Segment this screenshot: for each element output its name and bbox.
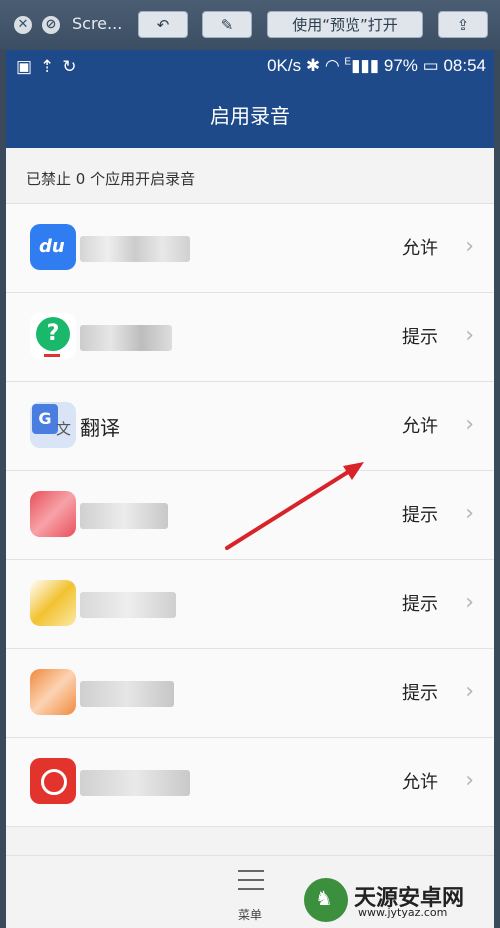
- watermark: ♞ 天源安卓网 www.jytyaz.com: [304, 878, 494, 922]
- annotation-arrow: [225, 462, 364, 550]
- watermark-url: www.jytyaz.com: [358, 906, 448, 919]
- android-logo-icon: ♞: [304, 878, 348, 922]
